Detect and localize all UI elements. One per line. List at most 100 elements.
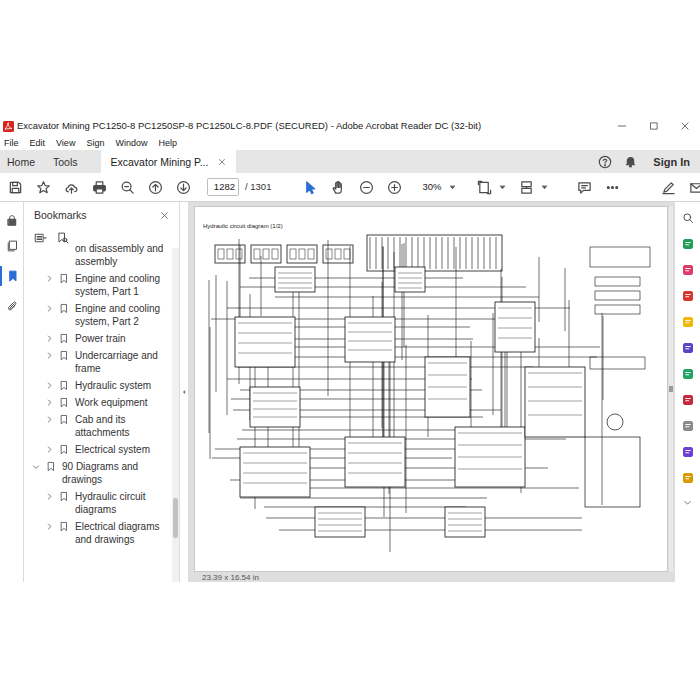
find-bookmark-icon[interactable] [57,232,69,244]
expand-chevron-icon[interactable] [43,396,55,409]
bookmark-item[interactable]: Electrical diagrams and drawings [24,518,172,548]
attachment-paperclip-icon[interactable] [6,300,18,312]
bookmark-item[interactable]: Work equipment [24,394,172,411]
sign-pen-icon[interactable] [654,175,682,199]
bookmark-label[interactable]: Hydraulic system [75,379,151,392]
bookmark-icon[interactable] [57,302,71,315]
tab[interactable]: Home [2,150,40,173]
scan-icon[interactable] [682,420,694,432]
expand-chevron-icon[interactable] [43,349,55,362]
close-panel-icon[interactable] [160,211,169,220]
sign-in-button[interactable]: Sign In [653,155,690,169]
print-icon[interactable] [85,175,113,199]
edit-pdf-icon[interactable] [682,290,694,302]
bookmark-icon[interactable] [57,413,71,426]
fit-page-icon[interactable] [470,175,498,199]
maximize-icon[interactable] [638,117,670,135]
hand-tool-icon[interactable] [324,175,352,199]
bookmark-label[interactable]: Cab and its attachments [75,413,168,439]
next-page-icon[interactable] [169,175,197,199]
bookmark-item[interactable]: Electrical system [24,441,172,458]
expand-chevron-icon[interactable] [43,379,55,392]
expand-chevron-icon[interactable] [43,443,55,456]
tab[interactable]: Tools [48,150,83,173]
select-cursor-icon[interactable] [296,175,324,199]
scroll-thumb[interactable] [669,386,673,392]
zoom-in-icon[interactable] [380,175,408,199]
bookmark-label[interactable]: Undercarriage and frame [75,349,168,375]
bookmark-item[interactable]: 90 Diagrams and drawings [24,458,172,488]
bookmark-item[interactable]: Hydraulic system [24,377,172,394]
bookmark-label[interactable]: Hydraulic circuit diagrams [75,490,168,516]
menu-item[interactable]: File [3,137,20,149]
prepare-form-icon[interactable] [682,472,694,484]
bookmark-icon[interactable] [57,490,71,503]
bookmark-label[interactable]: Power train [75,332,126,345]
expand-tools-chevron-icon[interactable] [683,498,692,507]
scrollbar-thumb[interactable] [173,498,178,538]
organize-pages-icon[interactable] [682,368,694,380]
expand-chevron-icon[interactable] [43,272,55,285]
comment-tool-icon[interactable] [682,316,694,328]
expand-chevron-icon[interactable] [43,490,55,503]
bookmark-label[interactable]: Electrical system [75,443,150,456]
fill-sign-icon[interactable] [682,394,694,406]
dropdown-arrow-icon[interactable] [449,184,456,191]
zoom-search-icon[interactable] [113,175,141,199]
menu-item[interactable]: Window [114,137,148,149]
bookmark-icon[interactable] [57,396,71,409]
mail-icon[interactable] [682,175,700,199]
create-pdf-icon[interactable] [682,264,694,276]
bookmarks-panel-tab[interactable] [0,266,24,286]
bookmark-icon[interactable] [44,460,58,473]
bookmark-item[interactable]: Engine and cooling system, Part 2 [24,300,172,330]
minimize-icon[interactable] [606,117,638,135]
panel-splitter[interactable] [180,202,188,582]
bookmark-item[interactable]: Engine and cooling system, Part 1 [24,270,172,300]
combine-files-icon[interactable] [682,342,694,354]
bookmark-icon[interactable] [57,272,71,285]
bookmark-label[interactable]: on disassembly and assembly [75,242,168,268]
page-number-input[interactable]: 1282 [207,178,239,196]
page-number[interactable]: 1282 [214,181,235,193]
bookmark-label[interactable]: Engine and cooling system, Part 2 [75,302,168,328]
zoom-out-icon[interactable] [352,175,380,199]
bookmark-item[interactable]: Undercarriage and frame [24,347,172,377]
zoom-dropdown[interactable]: 30% [422,181,460,193]
save-icon[interactable] [1,175,29,199]
menu-item[interactable]: Edit [29,137,47,149]
tab-label[interactable]: Tools [53,155,78,169]
zoom-value[interactable]: 30% [422,181,441,193]
tab-label[interactable]: Home [7,155,35,169]
protect-icon[interactable] [682,446,694,458]
previous-page-icon[interactable] [141,175,169,199]
bookmark-icon[interactable] [57,520,71,533]
lock-icon[interactable] [6,214,18,226]
scroll-mode-icon[interactable] [512,175,540,199]
document-scrollbar[interactable] [669,206,673,572]
bookmark-icon[interactable] [57,443,71,456]
tab-label[interactable]: Excavator Mining P... [111,155,209,169]
tab[interactable]: Excavator Mining P... [101,150,237,173]
expand-chevron-icon[interactable] [43,520,55,533]
menu-item[interactable]: Help [157,137,178,149]
pages-icon[interactable] [6,240,18,252]
star-icon[interactable] [29,175,57,199]
bookmark-item[interactable]: Hydraulic circuit diagrams [24,488,172,518]
expand-chevron-icon[interactable] [43,413,55,426]
search-icon[interactable] [682,212,694,224]
menu-item[interactable]: Sign [85,137,105,149]
menu-item[interactable]: View [55,137,76,149]
export-pdf-icon[interactable] [682,238,694,250]
bookmark-icon[interactable] [57,349,71,362]
bookmark-label[interactable]: Work equipment [75,396,148,409]
expand-chevron-icon[interactable] [43,302,55,315]
bookmark-label[interactable]: Engine and cooling system, Part 1 [75,272,168,298]
help-icon[interactable] [598,155,612,169]
bookmark-icon[interactable] [57,379,71,392]
close-tab-icon[interactable] [218,158,226,166]
cloud-upload-icon[interactable] [57,175,85,199]
dropdown-arrow-icon[interactable] [498,184,506,191]
bookmark-label[interactable]: Electrical diagrams and drawings [75,520,168,546]
comment-icon[interactable] [570,175,598,199]
